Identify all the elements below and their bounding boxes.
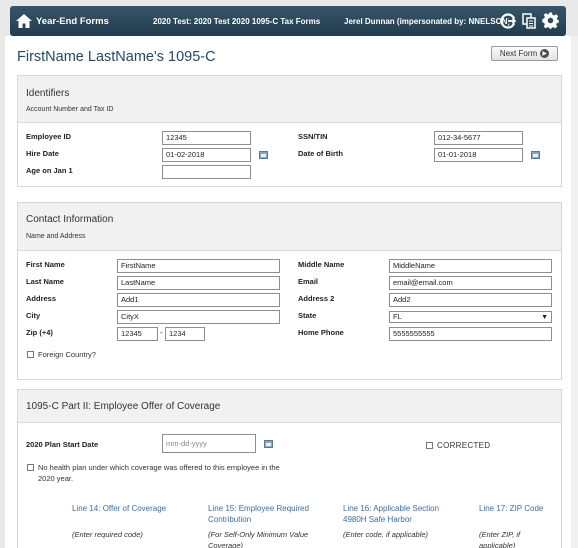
no-health-plan-checkbox[interactable] bbox=[27, 464, 34, 471]
home-icon bbox=[16, 14, 32, 28]
first-name-input[interactable]: FirstName bbox=[117, 259, 280, 273]
middle-name-label: Middle Name bbox=[298, 260, 345, 269]
chevron-down-icon: ▼ bbox=[541, 314, 548, 321]
part2-header: 1095-C Part II: Employee Offer of Covera… bbox=[18, 390, 561, 423]
zip4-input[interactable]: 1234 bbox=[165, 327, 205, 341]
age-input[interactable] bbox=[162, 165, 251, 179]
address2-label: Address 2 bbox=[298, 294, 335, 303]
form-page: FirstName LastName's 1095-C Next Form ▶ … bbox=[5, 36, 573, 548]
employee-id-label: Employee ID bbox=[26, 132, 72, 141]
state-label: State bbox=[298, 311, 317, 320]
zip-input[interactable]: 12345 bbox=[117, 327, 158, 341]
vertical-scrollbar[interactable] bbox=[571, 36, 578, 548]
line15-header: Line 15: Employee Required bbox=[208, 504, 309, 513]
dob-label: Date of Birth bbox=[298, 149, 343, 158]
last-name-input[interactable]: LastName bbox=[117, 276, 280, 290]
line15-header-cont: Contribution bbox=[208, 515, 252, 524]
dob-input[interactable]: 01-01-2018 bbox=[434, 148, 523, 162]
foreign-country-checkbox[interactable] bbox=[27, 351, 34, 358]
calendar-icon[interactable] bbox=[259, 151, 268, 159]
calendar-icon[interactable] bbox=[531, 151, 540, 159]
line15-hint-cont: Coverage) bbox=[208, 541, 244, 548]
ssn-input[interactable]: 012-34-5677 bbox=[434, 131, 523, 145]
first-name-label: First Name bbox=[26, 260, 65, 269]
contact-subtitle: Name and Address bbox=[26, 233, 86, 240]
calendar-icon[interactable] bbox=[264, 440, 273, 448]
corrected-label: CORRECTED bbox=[437, 441, 491, 450]
line17-hint: (Enter ZIP, if bbox=[479, 530, 521, 539]
next-form-label: Next Form bbox=[499, 49, 538, 58]
employee-id-input[interactable]: 12345 bbox=[162, 131, 251, 145]
no-health-plan-label-line2: 2020 year. bbox=[38, 474, 74, 483]
line16-header: Line 16: Applicable Section bbox=[343, 504, 440, 513]
line14-hint: (Enter required code) bbox=[72, 530, 143, 539]
zip-label: Zip (+4) bbox=[26, 328, 53, 337]
home-phone-label: Home Phone bbox=[298, 328, 344, 337]
middle-name-input[interactable]: MiddleName bbox=[389, 259, 552, 273]
line17-hint-cont: applicable) bbox=[479, 541, 516, 548]
gear-icon[interactable] bbox=[542, 12, 559, 29]
corrected-checkbox[interactable] bbox=[426, 442, 433, 449]
line16-hint: (Enter code, if applicable) bbox=[343, 530, 429, 539]
part2-title: 1095-C Part II: Employee Offer of Covera… bbox=[26, 401, 221, 412]
address-label: Address bbox=[26, 294, 57, 303]
contact-title: Contact Information bbox=[26, 214, 114, 225]
line17-header: Line 17: ZIP Code bbox=[479, 504, 544, 513]
logout-icon[interactable] bbox=[500, 13, 516, 29]
line16-header-cont: 4980H Safe Harbor bbox=[343, 515, 412, 524]
contact-header: Contact Information Name and Address bbox=[18, 203, 561, 251]
hire-date-label: Hire Date bbox=[26, 149, 59, 158]
contact-section: Contact Information Name and Address Fir… bbox=[17, 202, 562, 380]
copy-icon[interactable] bbox=[522, 13, 536, 29]
home-phone-input[interactable]: 5555555555 bbox=[389, 327, 552, 341]
ssn-label: SSN/TIN bbox=[298, 132, 328, 141]
plan-start-input[interactable]: mm-dd-yyyy bbox=[162, 434, 256, 453]
identifiers-title: Identifiers bbox=[26, 88, 70, 99]
city-input[interactable]: CityX bbox=[117, 310, 280, 324]
identifiers-section: Identifiers Account Number and Tax ID Em… bbox=[17, 75, 562, 187]
last-name-label: Last Name bbox=[26, 277, 64, 286]
user-name: Jerel Dunnan (impersonated by: NNELSON) bbox=[344, 16, 511, 26]
state-value: FL bbox=[393, 312, 402, 321]
home-link[interactable]: Year-End Forms bbox=[10, 14, 145, 28]
plan-start-label: 2020 Plan Start Date bbox=[26, 440, 99, 449]
age-label: Age on Jan 1 bbox=[26, 166, 73, 175]
top-bar: Year-End Forms 2020 Test: 2020 Test 2020… bbox=[10, 6, 566, 36]
no-health-plan-label-line1: No health plan under which coverage was … bbox=[38, 463, 280, 472]
identifiers-header: Identifiers Account Number and Tax ID bbox=[18, 76, 561, 123]
city-label: City bbox=[26, 311, 41, 320]
email-label: Email bbox=[298, 277, 319, 286]
state-select[interactable]: FL ▼ bbox=[389, 311, 552, 323]
hire-date-input[interactable]: 01-02-2018 bbox=[162, 148, 251, 162]
part2-section: 1095-C Part II: Employee Offer of Covera… bbox=[17, 389, 562, 548]
foreign-country-label: Foreign Country? bbox=[38, 350, 96, 359]
address2-input[interactable]: Add2 bbox=[389, 293, 552, 307]
arrow-right-icon: ▶ bbox=[540, 49, 550, 58]
line14-header: Line 14: Offer of Coverage bbox=[72, 504, 167, 513]
address-input[interactable]: Add1 bbox=[117, 293, 280, 307]
email-input[interactable]: email@email.com bbox=[389, 276, 552, 290]
line15-hint: (For Self-Only Minimum Value bbox=[208, 530, 309, 539]
form-context: 2020 Test: 2020 Test 2020 1095-C Tax For… bbox=[153, 16, 321, 26]
home-label: Year-End Forms bbox=[36, 15, 109, 27]
zip-separator: - bbox=[160, 328, 163, 337]
next-form-button[interactable]: Next Form ▶ bbox=[491, 46, 558, 61]
identifiers-subtitle: Account Number and Tax ID bbox=[26, 106, 114, 113]
page-title: FirstName LastName's 1095-C bbox=[17, 49, 216, 65]
